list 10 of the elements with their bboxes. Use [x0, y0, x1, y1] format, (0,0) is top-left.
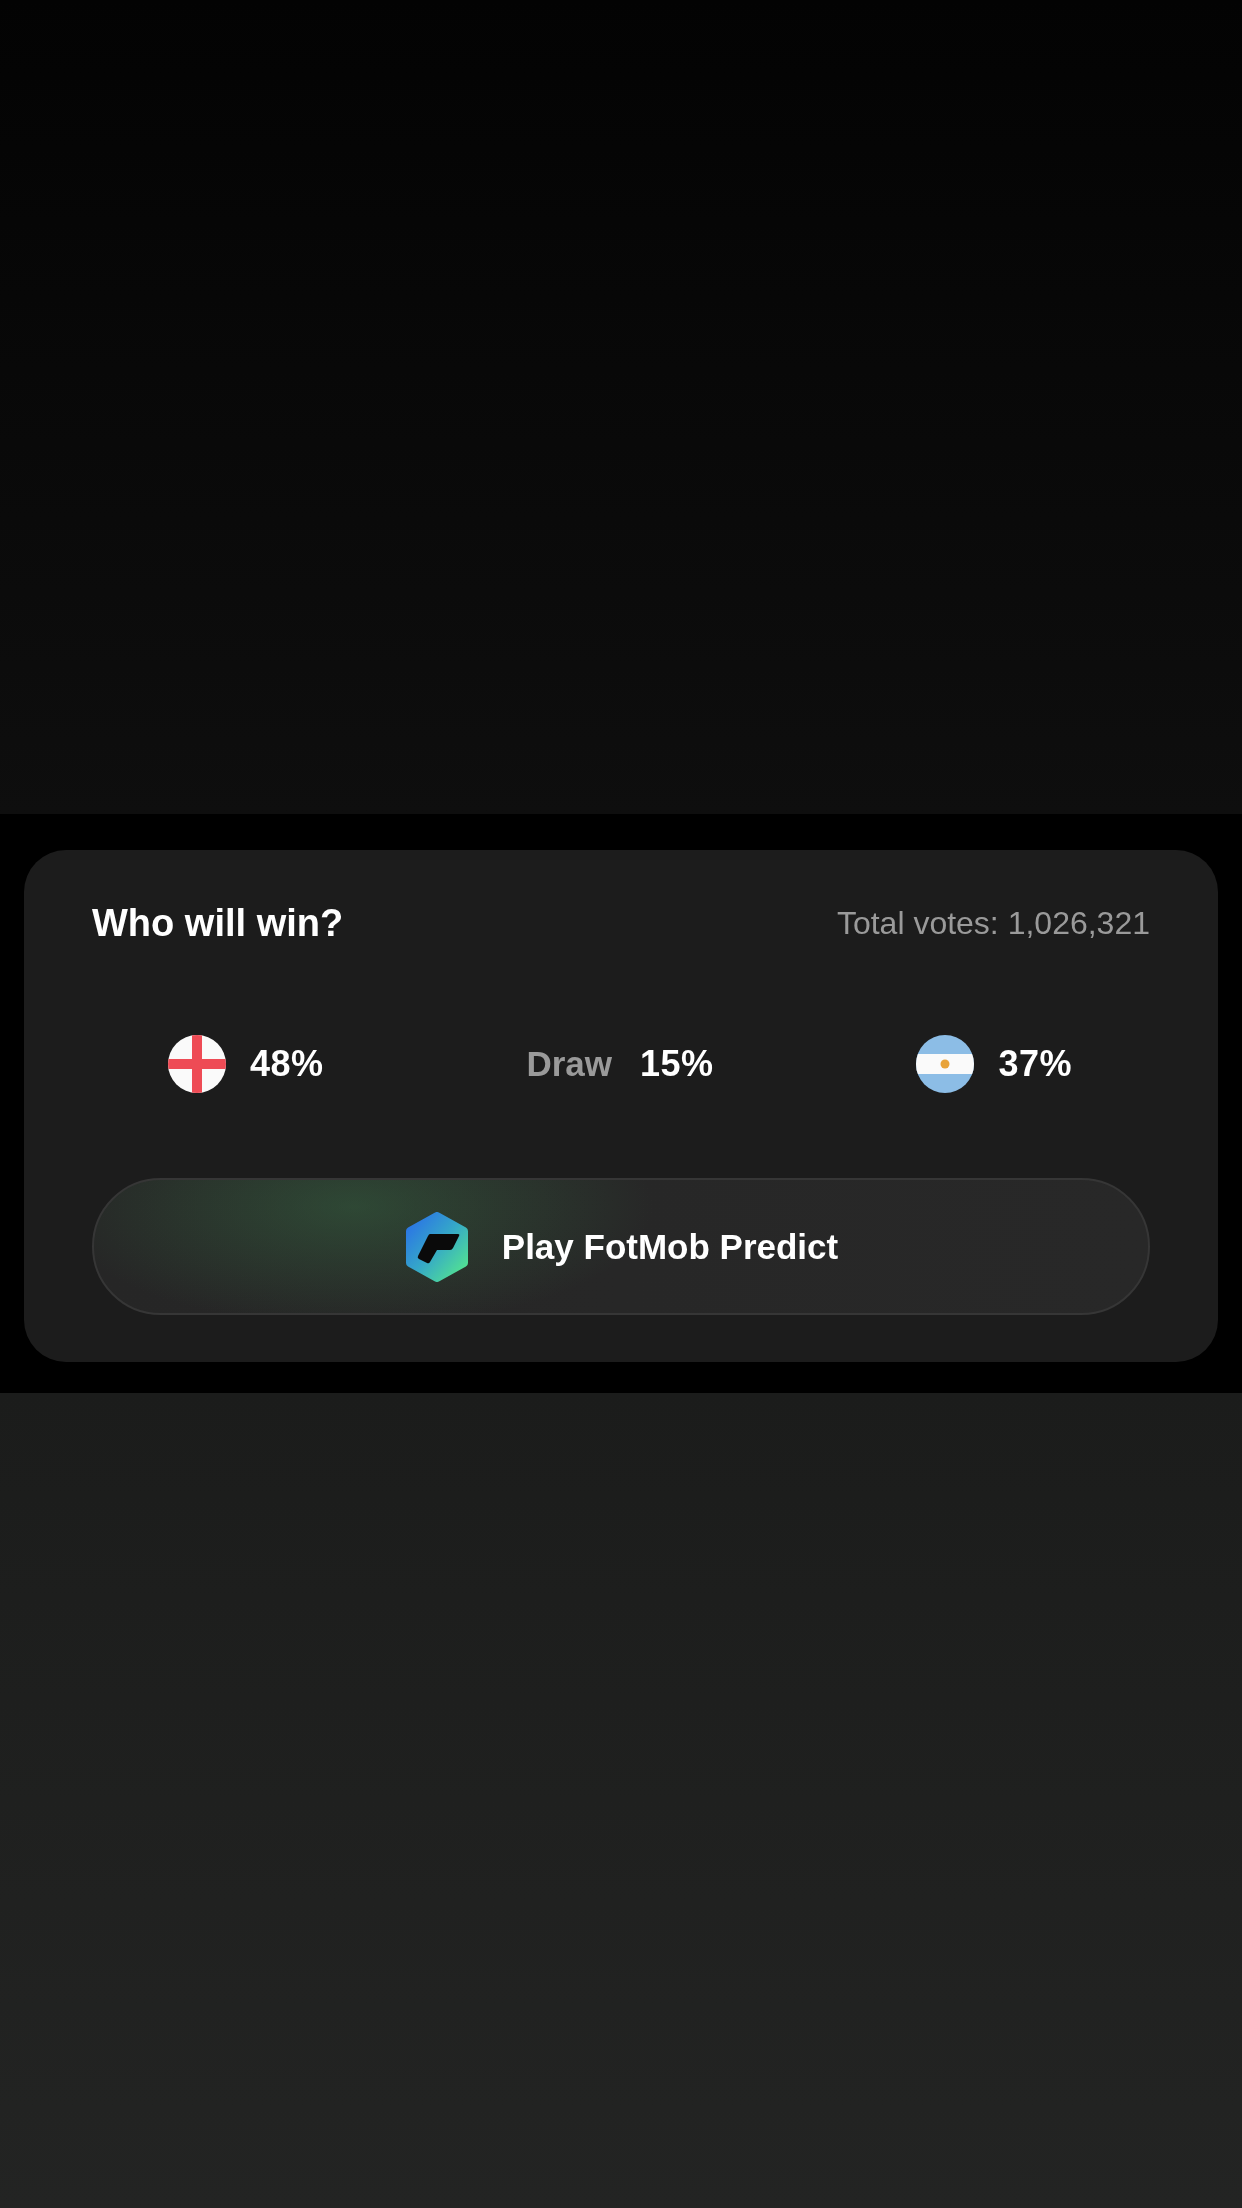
percentage: 37% [998, 1043, 1072, 1085]
flag-icon [916, 1035, 975, 1093]
percentage: 48% [250, 1043, 324, 1085]
flag-icon [168, 1035, 226, 1093]
predict-button[interactable]: Play FotMob Predict [92, 1178, 1150, 1315]
percentage: 15% [640, 1043, 714, 1085]
draw-label: Draw [526, 1044, 612, 1084]
poll-title: Who will win? [92, 901, 344, 945]
hexagon-logo-icon [403, 1211, 470, 1282]
total-votes: Total votes: 1,026,321 [836, 904, 1150, 942]
